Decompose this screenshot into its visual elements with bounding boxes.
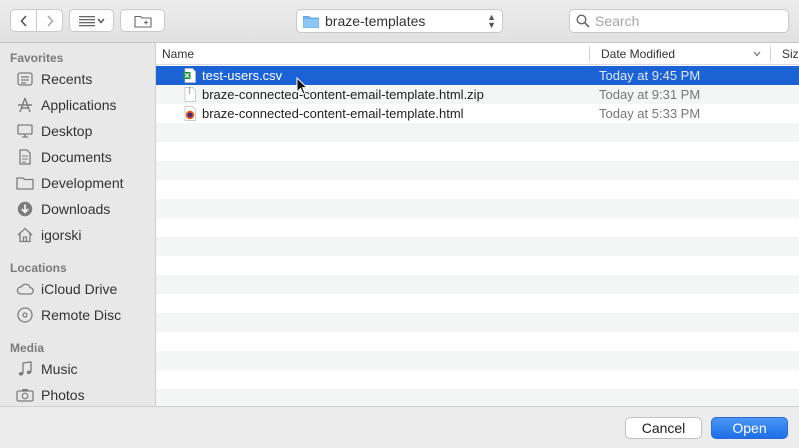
search-input[interactable]	[595, 13, 775, 29]
sidebar-item-remote-disc[interactable]: Remote Disc	[0, 303, 155, 327]
sidebar-item-applications[interactable]: Applications	[0, 93, 155, 117]
path-popup[interactable]: braze-templates ▲ ▼	[296, 9, 503, 33]
empty-row	[156, 180, 799, 199]
mouse-cursor-icon	[296, 77, 308, 95]
document-icon	[16, 148, 34, 166]
empty-row	[156, 351, 799, 370]
file-name: braze-connected-content-email-template.h…	[202, 106, 464, 121]
sidebar-item-label: Development	[41, 175, 124, 191]
empty-row	[156, 161, 799, 180]
sidebar-section-title: Locations	[10, 261, 67, 275]
sidebar-item-documents[interactable]: Documents	[0, 145, 155, 169]
forward-button[interactable]	[36, 9, 63, 32]
file-date: Today at 9:31 PM	[599, 87, 701, 102]
sidebar-item-photos[interactable]: Photos	[0, 383, 155, 406]
new-folder-button[interactable]	[120, 9, 165, 32]
file-name: braze-connected-content-email-template.h…	[202, 87, 484, 102]
chevron-down-icon	[96, 18, 105, 24]
column-name[interactable]: Name	[162, 43, 194, 65]
column-date-modified[interactable]: Date Modified	[601, 43, 675, 65]
sidebar-item-label: Remote Disc	[41, 307, 122, 323]
folder-icon	[303, 15, 319, 28]
sidebar-section-title: Media	[10, 341, 45, 355]
file-name: test-users.csv	[202, 68, 283, 83]
column-divider[interactable]	[589, 46, 590, 62]
sidebar-item-label: igorski	[41, 227, 82, 243]
view-options-button[interactable]	[69, 9, 114, 32]
html-file-icon	[184, 106, 196, 121]
list-view-icon	[78, 15, 95, 26]
empty-row	[156, 294, 799, 313]
empty-row	[156, 199, 799, 218]
empty-row	[156, 313, 799, 332]
open-button[interactable]: Open	[711, 417, 788, 439]
chevron-left-icon	[19, 14, 27, 27]
sidebar: Favorites Recents Applications Desktop D…	[0, 43, 156, 406]
applications-icon	[16, 96, 34, 114]
file-rows: test-users.csv Today at 9:45 PM braze-co…	[156, 66, 799, 406]
path-label: braze-templates	[325, 13, 426, 29]
column-header: Name Date Modified Siz	[156, 43, 799, 65]
sidebar-item-label: iCloud Drive	[41, 281, 118, 297]
file-date: Today at 9:45 PM	[599, 68, 701, 83]
chevron-right-icon	[46, 14, 54, 27]
sidebar-item-label: Music	[41, 361, 78, 377]
sidebar-section-title: Favorites	[10, 51, 64, 65]
sidebar-item-music[interactable]: Music	[0, 357, 155, 381]
sort-chevron-icon[interactable]	[753, 43, 761, 65]
sidebar-item-igorski[interactable]: igorski	[0, 223, 155, 247]
file-row[interactable]: braze-connected-content-email-template.h…	[156, 104, 799, 123]
empty-row	[156, 142, 799, 161]
desktop-icon	[16, 122, 34, 140]
empty-row	[156, 275, 799, 294]
sidebar-item-label: Documents	[41, 149, 112, 165]
file-list: Name Date Modified Siz test-users.csv To…	[156, 43, 799, 406]
column-size[interactable]: Siz	[782, 43, 799, 65]
dialog-footer: Cancel Open	[0, 406, 799, 448]
search-icon	[576, 14, 590, 28]
empty-row	[156, 256, 799, 275]
sidebar-item-label: Photos	[41, 387, 85, 403]
sidebar-item-icloud-drive[interactable]: iCloud Drive	[0, 277, 155, 301]
home-icon	[16, 226, 34, 244]
cancel-button[interactable]: Cancel	[625, 417, 702, 439]
sidebar-item-label: Desktop	[41, 123, 93, 139]
sidebar-item-desktop[interactable]: Desktop	[0, 119, 155, 143]
sidebar-item-label: Applications	[41, 97, 117, 113]
back-button[interactable]	[10, 9, 37, 32]
disc-icon	[16, 306, 34, 324]
file-row[interactable]: braze-connected-content-email-template.h…	[156, 85, 799, 104]
empty-row	[156, 218, 799, 237]
search-field[interactable]	[569, 9, 789, 33]
file-row[interactable]: test-users.csv Today at 9:45 PM	[156, 66, 799, 85]
zip-file-icon	[184, 87, 196, 102]
music-icon	[16, 360, 34, 378]
folder-icon	[16, 174, 34, 192]
cloud-icon	[16, 280, 34, 298]
empty-row	[156, 237, 799, 256]
camera-icon	[16, 386, 34, 404]
empty-row	[156, 332, 799, 351]
empty-row	[156, 123, 799, 142]
sidebar-item-downloads[interactable]: Downloads	[0, 197, 155, 221]
sidebar-item-label: Downloads	[41, 201, 111, 217]
file-date: Today at 5:33 PM	[599, 106, 701, 121]
empty-row	[156, 389, 799, 406]
sidebar-item-development[interactable]: Development	[0, 171, 155, 195]
download-icon	[16, 200, 34, 218]
sidebar-item-label: Recents	[41, 71, 93, 87]
up-down-chevron-icon: ▲ ▼	[487, 12, 496, 30]
toolbar: braze-templates ▲ ▼	[0, 0, 799, 43]
clock-icon	[16, 70, 34, 88]
empty-row	[156, 370, 799, 389]
sidebar-item-recents[interactable]: Recents	[0, 67, 155, 91]
new-folder-icon	[133, 15, 152, 28]
column-divider[interactable]	[770, 46, 771, 62]
csv-file-icon	[183, 68, 196, 83]
